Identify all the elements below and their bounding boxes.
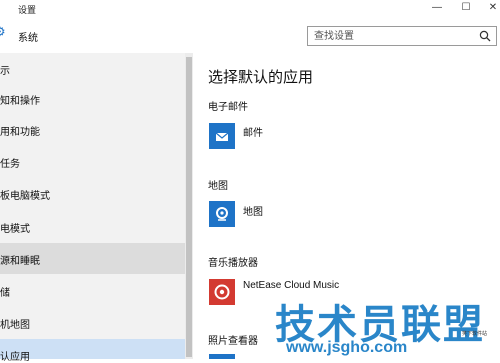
close-button[interactable]: ✕ — [483, 1, 500, 15]
maximize-button[interactable]: ☐ — [456, 1, 476, 15]
title-bar: 设置 — ☐ ✕ — [0, 0, 500, 17]
sidebar-item-label: 认应用 — [0, 352, 30, 363]
sidebar-item-label: 板电脑模式 — [0, 191, 50, 202]
search-input[interactable] — [314, 29, 464, 43]
watermark-url: www.jsgho.com — [286, 339, 408, 356]
sidebar-item-display[interactable]: 示 — [0, 53, 185, 84]
sidebar-item-offline-maps[interactable]: 机地图 — [0, 307, 185, 338]
sidebar-item-apps[interactable]: 用和功能 — [0, 114, 185, 145]
sidebar-item-default-apps[interactable]: 认应用 — [0, 339, 185, 363]
search-box[interactable] — [307, 26, 497, 46]
watermark-tagline: 笑下软件站 — [462, 331, 488, 337]
sidebar-item-label: 机地图 — [0, 320, 30, 331]
section-title: 系统 — [18, 33, 38, 44]
default-music-app[interactable]: NetEase Cloud Music — [243, 280, 339, 291]
mail-icon[interactable] — [209, 123, 235, 149]
maps-icon[interactable] — [209, 201, 235, 227]
scroll-thumb[interactable] — [186, 57, 192, 357]
page-title: 选择默认的应用 — [208, 69, 314, 86]
group-label-email: 电子邮件 — [208, 102, 248, 113]
sidebar-item-label: 示 — [0, 66, 10, 77]
group-label-maps: 地图 — [208, 181, 228, 192]
netease-icon[interactable] — [209, 279, 235, 305]
sidebar-scrollbar[interactable] — [185, 53, 193, 359]
sidebar: 示 知和操作 用和功能 任务 板电脑模式 电模式 源和睡眠 储 机地图 认应用 — [0, 53, 185, 363]
search-icon[interactable] — [479, 30, 491, 42]
sidebar-item-label: 储 — [0, 288, 10, 299]
sidebar-item-label: 源和睡眠 — [0, 256, 40, 267]
photos-icon[interactable] — [209, 354, 235, 359]
gear-icon: ⚙ — [0, 25, 8, 39]
default-maps-app[interactable]: 地图 — [243, 203, 263, 218]
sidebar-item-label: 电模式 — [0, 224, 30, 235]
minimize-button[interactable]: — — [427, 1, 447, 15]
sidebar-item-battery-saver[interactable]: 电模式 — [0, 211, 185, 242]
sidebar-item-notifications[interactable]: 知和操作 — [0, 83, 185, 114]
sidebar-item-label: 用和功能 — [0, 127, 40, 138]
sidebar-item-label: 任务 — [0, 159, 20, 170]
group-label-photos: 照片查看器 — [208, 336, 258, 347]
sidebar-item-storage[interactable]: 储 — [0, 275, 185, 306]
sidebar-item-label: 知和操作 — [0, 96, 40, 107]
settings-header: ⚙ 系统 — [0, 17, 500, 53]
sidebar-item-tablet-mode[interactable]: 板电脑模式 — [0, 178, 185, 209]
sidebar-item-power-sleep[interactable]: 源和睡眠 — [0, 243, 185, 274]
sidebar-item-multitasking[interactable]: 任务 — [0, 146, 185, 177]
group-label-music: 音乐播放器 — [208, 258, 258, 269]
default-email-app[interactable]: 邮件 — [243, 124, 263, 139]
window-title: 设置 — [18, 5, 37, 15]
